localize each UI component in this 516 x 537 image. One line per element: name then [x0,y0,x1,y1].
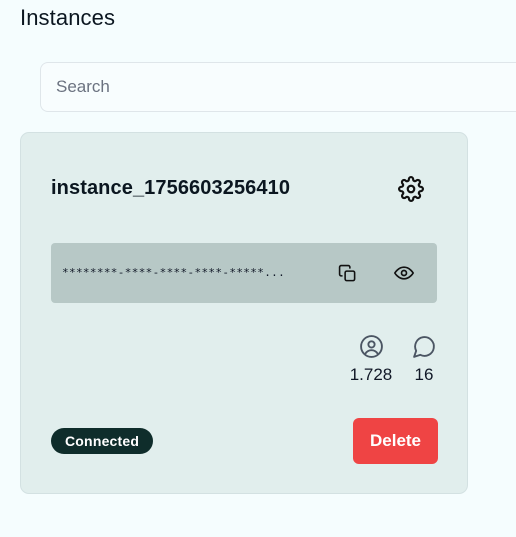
copy-icon [338,264,355,281]
reveal-token-button[interactable] [392,261,416,285]
contacts-count: 1.728 [349,365,393,384]
delete-button[interactable]: Delete [353,418,438,464]
user-circle-icon [359,334,383,358]
eye-icon [394,266,414,280]
search-input[interactable] [40,62,516,112]
messages-count: 16 [414,365,434,384]
copy-token-button[interactable] [335,261,359,285]
api-token-value: ********-****-****-****-*****... [62,266,286,279]
gear-icon [398,176,424,202]
contacts-stat: 1.728 [343,333,399,385]
chat-bubble-icon [412,335,435,358]
api-token-field: ********-****-****-****-*****... [51,243,437,303]
page-title: Instances [20,5,116,30]
instance-name: instance_1756603256410 [51,177,291,199]
instance-card: instance_1756603256410 ********-****-***… [20,132,468,494]
status-badge: Connected [51,428,154,454]
settings-button[interactable] [396,174,426,204]
messages-stat: 16 [406,333,442,385]
